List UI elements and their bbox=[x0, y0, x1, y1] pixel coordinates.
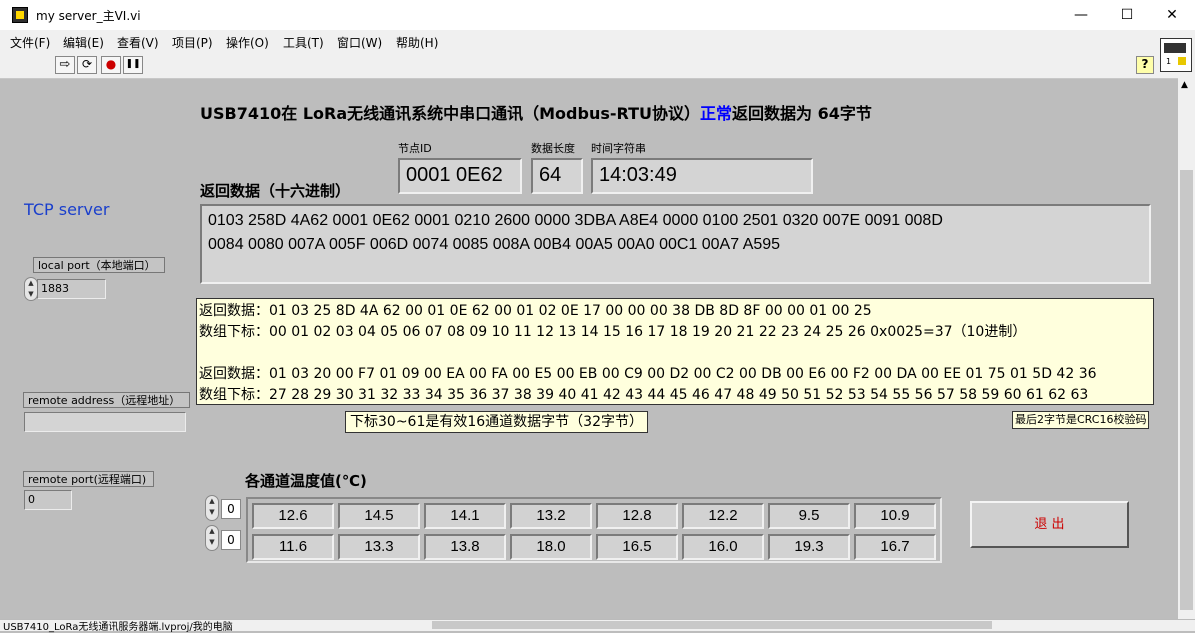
run-continuously-icon[interactable]: ⟳ bbox=[77, 56, 97, 74]
tcp-server-title: TCP server bbox=[24, 200, 110, 219]
labview-app-icon bbox=[12, 7, 28, 23]
node-id-indicator: 0001 0E62 bbox=[398, 158, 522, 194]
node-id-label: 节点ID bbox=[398, 142, 432, 155]
return-data-label: 返回数据（十六进制） bbox=[200, 182, 351, 200]
channel-temps-label: 各通道温度值(℃) bbox=[245, 472, 367, 490]
maximize-button[interactable]: ☐ bbox=[1104, 0, 1150, 30]
temp-cell: 13.2 bbox=[510, 503, 592, 529]
temp-cell: 11.6 bbox=[252, 534, 334, 560]
scroll-up-icon[interactable]: ▲ bbox=[1181, 80, 1188, 90]
menu-edit[interactable]: 编辑(E) bbox=[63, 34, 104, 51]
column-index-spinner-icon[interactable]: ▲ ▼ bbox=[205, 525, 219, 551]
temp-cell: 16.7 bbox=[854, 534, 936, 560]
notes-line-3: 返回数据：01 03 20 00 F7 01 09 00 EA 00 FA 00… bbox=[199, 366, 1097, 382]
protocol-notes-box: 返回数据：01 03 25 8D 4A 62 00 01 0E 62 00 01… bbox=[196, 298, 1154, 405]
menu-help[interactable]: 帮助(H) bbox=[396, 34, 438, 51]
temp-cell: 13.8 bbox=[424, 534, 506, 560]
pause-icon[interactable]: ❚❚ bbox=[123, 56, 143, 74]
title-bar bbox=[0, 0, 1195, 30]
menu-project[interactable]: 项目(P) bbox=[172, 34, 213, 51]
menu-operate[interactable]: 操作(O) bbox=[226, 34, 269, 51]
temp-cell: 19.3 bbox=[768, 534, 850, 560]
remote-address-label: remote address（远程地址） bbox=[23, 392, 190, 408]
remote-port-indicator: 0 bbox=[24, 490, 72, 510]
return-data-line-1: 0103 258D 4A62 0001 0E62 0001 0210 2600 … bbox=[208, 212, 943, 229]
remote-port-label: remote port(远程端口) bbox=[23, 471, 154, 487]
exit-button[interactable]: 退 出 bbox=[970, 501, 1129, 548]
row-index-spinner-icon[interactable]: ▲ ▼ bbox=[205, 495, 219, 521]
page-heading: USB7410在 LoRa无线通讯系统中串口通讯（Modbus-RTU协议）正常… bbox=[200, 100, 872, 124]
local-port-label: local port（本地端口） bbox=[33, 257, 165, 273]
temp-cell: 16.0 bbox=[682, 534, 764, 560]
time-string-indicator: 14:03:49 bbox=[591, 158, 813, 194]
close-button[interactable]: ✕ bbox=[1149, 0, 1195, 30]
return-data-line-2: 0084 0080 007A 005F 006D 0074 0085 008A … bbox=[208, 236, 781, 253]
return-data-hex-indicator: 0103 258D 4A62 0001 0E62 0001 0210 2600 … bbox=[200, 204, 1151, 284]
local-port-increment-icon[interactable]: ▲ ▼ bbox=[24, 277, 38, 301]
temp-cell: 16.5 bbox=[596, 534, 678, 560]
temp-cell: 14.1 bbox=[424, 503, 506, 529]
heading-suffix: 返回数据为 64字节 bbox=[732, 104, 872, 123]
row-index-input[interactable]: 0 bbox=[221, 499, 241, 519]
menu-view[interactable]: 查看(V) bbox=[117, 34, 159, 51]
data-length-label: 数据长度 bbox=[531, 142, 575, 155]
temp-cell: 10.9 bbox=[854, 503, 936, 529]
toolbar bbox=[0, 52, 1195, 79]
heading-prefix: USB7410在 LoRa无线通讯系统中串口通讯（Modbus-RTU协议） bbox=[200, 104, 701, 123]
time-string-label: 时间字符串 bbox=[591, 142, 646, 155]
window-title: my server_主VI.vi bbox=[36, 9, 141, 23]
column-index-input[interactable]: 0 bbox=[221, 530, 241, 550]
temp-cell: 18.0 bbox=[510, 534, 592, 560]
notes-line-2: 数组下标：00 01 02 03 04 05 06 07 08 09 10 11… bbox=[199, 324, 1027, 340]
menu-file[interactable]: 文件(F) bbox=[10, 34, 50, 51]
abort-execution-icon[interactable]: ● bbox=[101, 56, 121, 74]
crc-note: 最后2字节是CRC16校验码 bbox=[1012, 411, 1150, 429]
data-length-indicator: 64 bbox=[531, 158, 583, 194]
run-arrow-icon[interactable]: ⇨ bbox=[55, 56, 75, 74]
project-path: USB7410_LoRa无线通讯服务器端.lvproj/我的电脑 bbox=[3, 622, 233, 633]
menu-tools[interactable]: 工具(T) bbox=[283, 34, 324, 51]
temp-cell: 12.8 bbox=[596, 503, 678, 529]
vertical-scroll-thumb[interactable] bbox=[1180, 170, 1193, 610]
menu-window[interactable]: 窗口(W) bbox=[337, 34, 382, 51]
notes-line-1: 返回数据：01 03 25 8D 4A 62 00 01 0E 62 00 01… bbox=[199, 303, 872, 319]
temp-cell: 13.3 bbox=[338, 534, 420, 560]
context-help-icon[interactable]: ? bbox=[1136, 56, 1154, 74]
vi-connector-pane-icon: 1 bbox=[1160, 38, 1192, 72]
horizontal-scroll-thumb[interactable] bbox=[432, 621, 992, 629]
temp-cell: 9.5 bbox=[768, 503, 850, 529]
temp-cell: 12.2 bbox=[682, 503, 764, 529]
local-port-input[interactable]: 1883 bbox=[37, 279, 106, 299]
notes-line-4: 数组下标：27 28 29 30 31 32 33 34 35 36 37 38… bbox=[199, 387, 1089, 403]
temp-cell: 14.5 bbox=[338, 503, 420, 529]
temp-cell: 12.6 bbox=[252, 503, 334, 529]
minimize-button[interactable]: — bbox=[1058, 0, 1104, 30]
valid-bytes-note: 下标30~61是有效16通道数据字节（32字节） bbox=[345, 411, 648, 433]
heading-status: 正常 bbox=[700, 104, 733, 123]
remote-address-indicator bbox=[24, 412, 186, 432]
